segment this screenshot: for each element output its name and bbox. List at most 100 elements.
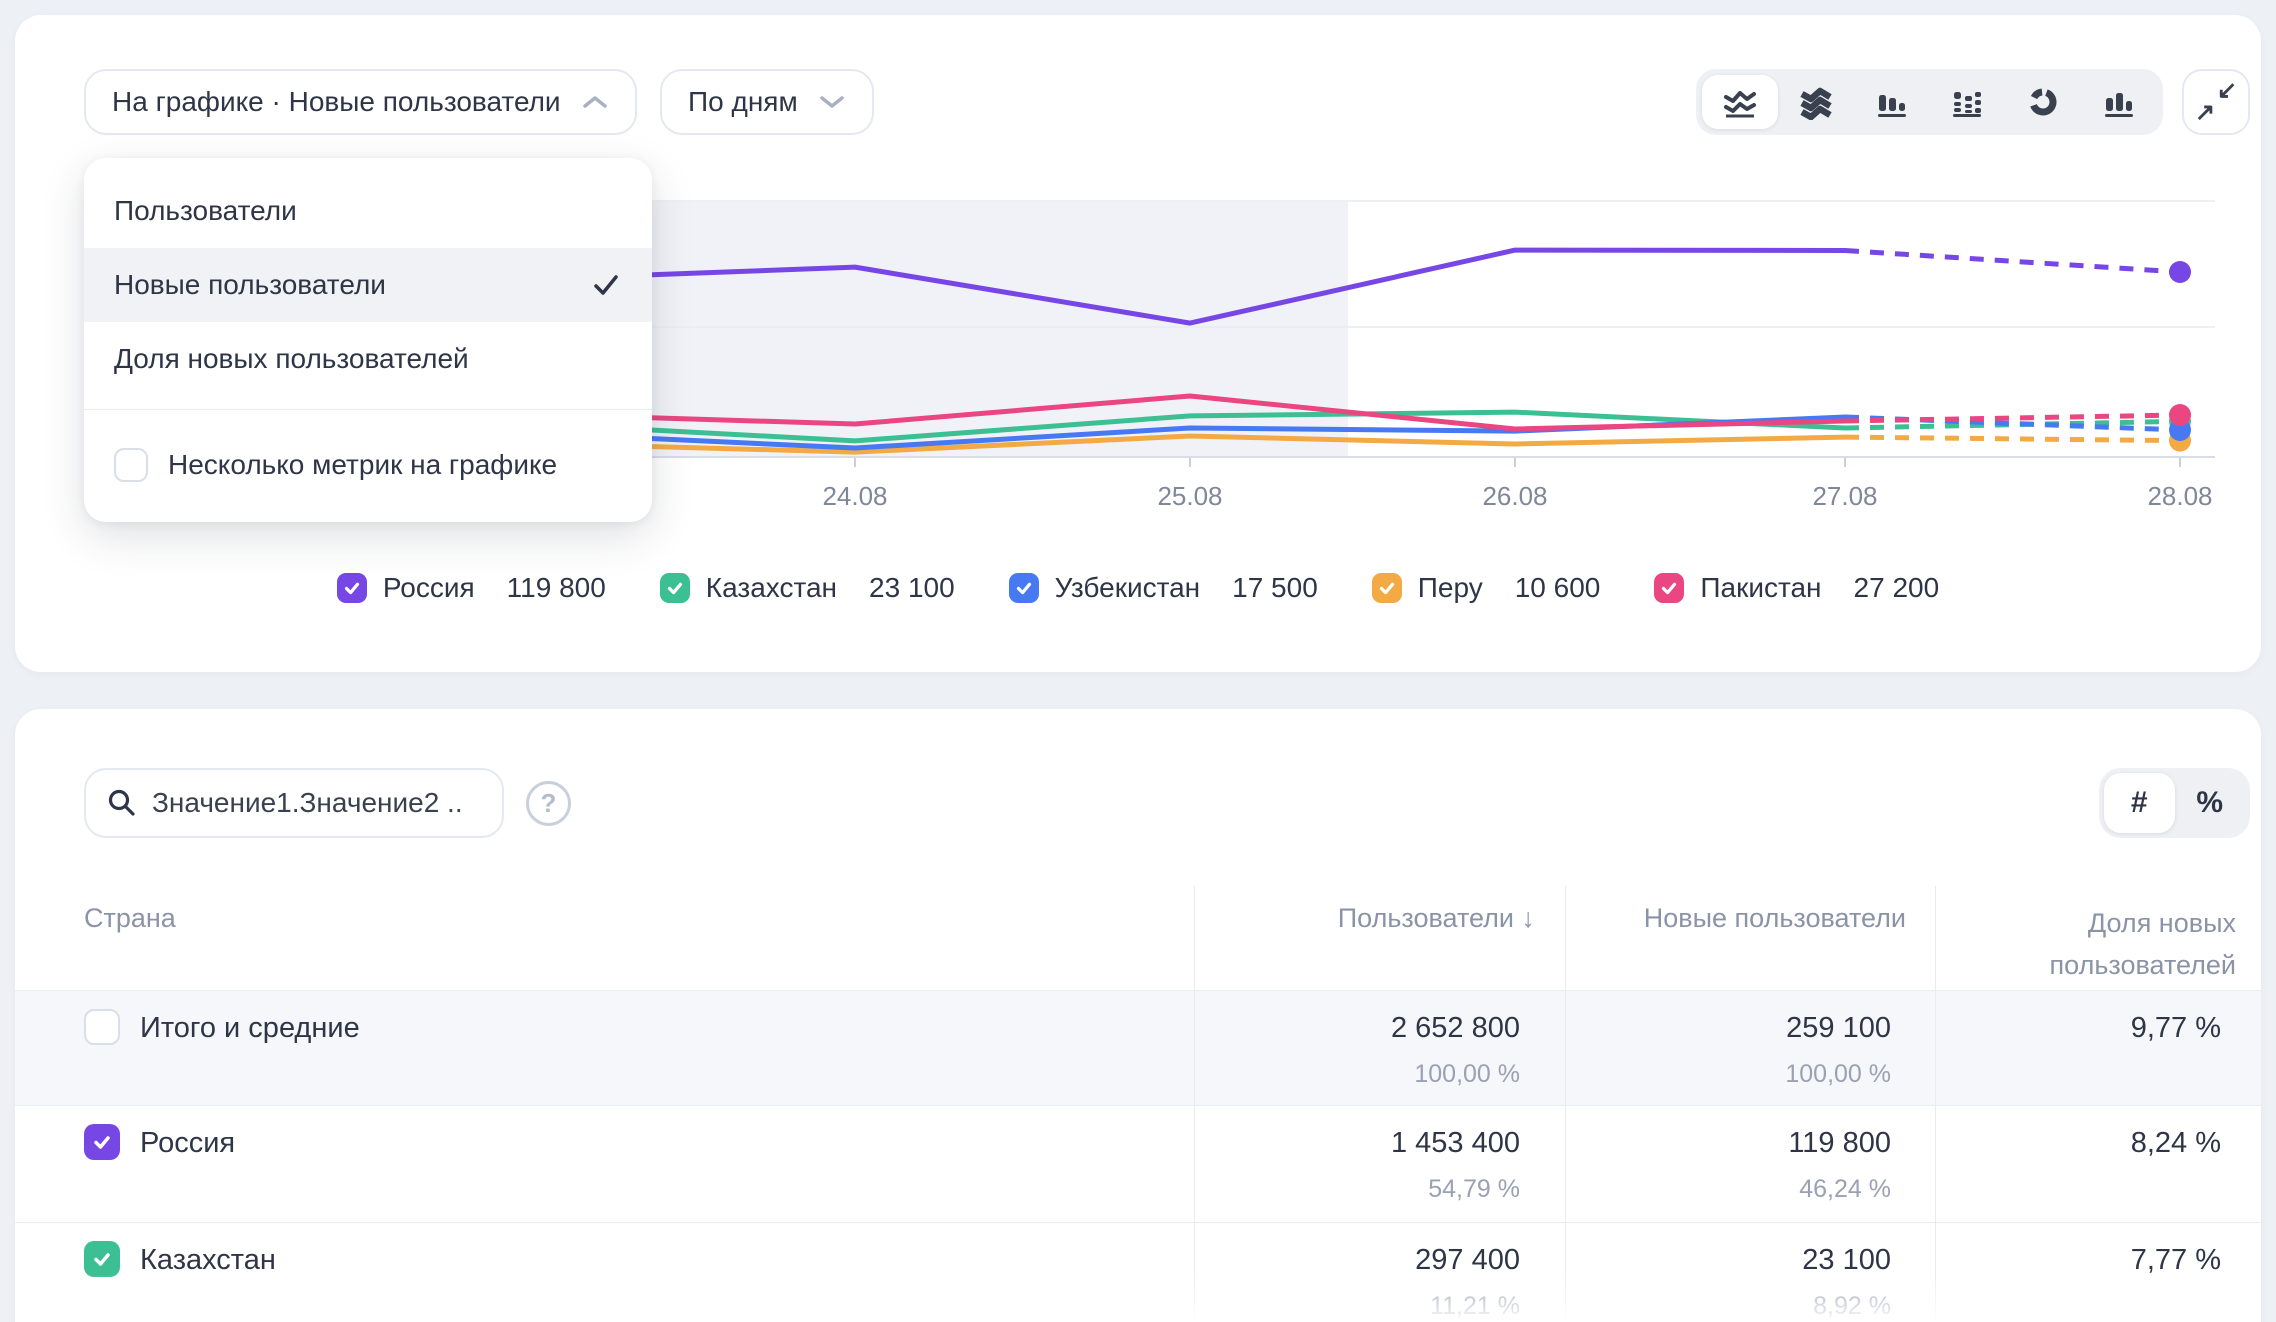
cell-new-users-percent: 46,24 % bbox=[1799, 1175, 1891, 1204]
row-divider bbox=[15, 1222, 2261, 1223]
checkmark-icon bbox=[341, 577, 363, 599]
legend-checkbox[interactable] bbox=[1372, 573, 1402, 603]
dropdown-item-label: Пользователи bbox=[114, 195, 297, 227]
multi-metric-option[interactable]: Несколько метрик на графике bbox=[84, 428, 652, 502]
cell-new-users-percent: 100,00 % bbox=[1785, 1060, 1891, 1089]
percent-icon: % bbox=[2196, 786, 2223, 820]
column-header-label: Пользователи bbox=[1338, 903, 1514, 933]
legend-label: Узбекистан bbox=[1055, 572, 1200, 604]
legend-checkbox[interactable] bbox=[1654, 573, 1684, 603]
legend-label: Россия bbox=[383, 572, 475, 604]
row-checkbox[interactable] bbox=[84, 1241, 120, 1277]
search-box[interactable] bbox=[84, 768, 504, 838]
legend-checkbox[interactable] bbox=[1009, 573, 1039, 603]
chart-type-toolbar bbox=[1696, 69, 2163, 135]
dropdown-item-label: Новые пользователи bbox=[114, 269, 386, 301]
row-country-name: Россия bbox=[140, 1127, 235, 1160]
metric-selector-button[interactable]: На графике · Новые пользователи bbox=[84, 69, 637, 135]
row-country-name: Итого и средние bbox=[140, 1012, 360, 1045]
cell-share: 9,77 % bbox=[2131, 1012, 2221, 1045]
toggle-percent[interactable]: % bbox=[2175, 773, 2246, 833]
metric-dropdown: Пользователи Новые пользователи Доля нов… bbox=[84, 158, 652, 522]
toggle-absolute[interactable]: # bbox=[2104, 773, 2175, 833]
search-icon bbox=[106, 787, 138, 819]
column-divider bbox=[1935, 886, 1936, 1322]
cell-new-users-percent: 8,92 % bbox=[1813, 1292, 1891, 1321]
dropdown-item-label: Доля новых пользователей bbox=[114, 343, 469, 375]
chart-type-columns-icon[interactable] bbox=[1854, 75, 1930, 129]
cell-new-users: 119 800 bbox=[1788, 1127, 1891, 1160]
chevron-up-icon bbox=[581, 94, 609, 110]
legend-label: Перу bbox=[1418, 572, 1483, 604]
sort-descending-icon: ↓ bbox=[1522, 903, 1536, 933]
value-format-toggle: # % bbox=[2099, 768, 2250, 838]
dropdown-item-new-users[interactable]: Новые пользователи bbox=[84, 248, 652, 322]
cell-share: 7,77 % bbox=[2131, 1244, 2221, 1277]
cell-share: 8,24 % bbox=[2131, 1127, 2221, 1160]
legend-item-pakistan[interactable]: Пакистан 27 200 bbox=[1654, 572, 1939, 604]
legend-item-peru[interactable]: Перу 10 600 bbox=[1372, 572, 1601, 604]
help-icon[interactable]: ? bbox=[526, 781, 571, 826]
multi-metric-checkbox[interactable] bbox=[114, 448, 148, 482]
cell-users: 2 652 800 bbox=[1391, 1012, 1520, 1045]
row-checkbox[interactable] bbox=[84, 1009, 120, 1045]
checkmark-icon bbox=[90, 1130, 114, 1154]
table-row-kazakhstan[interactable]: Казахстан 297 400 11,21 % 23 100 8,92 % … bbox=[15, 1222, 2261, 1322]
row-country-name: Казахстан bbox=[140, 1244, 276, 1277]
legend-item-kazakhstan[interactable]: Казахстан 23 100 bbox=[660, 572, 955, 604]
checkmark-icon bbox=[664, 577, 686, 599]
row-divider bbox=[15, 1105, 2261, 1106]
legend-value: 27 200 bbox=[1854, 572, 1940, 604]
column-header-new-users-share[interactable]: Доля новых пользователей bbox=[1936, 903, 2236, 987]
period-selector-label: По дням bbox=[688, 86, 798, 118]
row-checkbox[interactable] bbox=[84, 1124, 120, 1160]
legend-item-uzbekistan[interactable]: Узбекистан 17 500 bbox=[1009, 572, 1318, 604]
column-divider bbox=[1565, 886, 1566, 1322]
cell-users-percent: 11,21 % bbox=[1430, 1292, 1520, 1321]
cell-users: 297 400 bbox=[1415, 1244, 1520, 1277]
collapse-chart-button[interactable]: ↙ ↗ bbox=[2182, 69, 2250, 135]
analytics-screen: 24.08 25.08 26.08 27.08 28.08 На графике… bbox=[0, 0, 2276, 1322]
dropdown-item-new-users-share[interactable]: Доля новых пользователей bbox=[84, 322, 652, 396]
legend-label: Пакистан bbox=[1700, 572, 1821, 604]
help-symbol: ? bbox=[541, 788, 557, 819]
dropdown-item-users[interactable]: Пользователи bbox=[84, 174, 652, 248]
multi-metric-label: Несколько метрик на графике bbox=[168, 449, 557, 481]
legend-checkbox[interactable] bbox=[337, 573, 367, 603]
arrow-up-right-icon: ↗ bbox=[2195, 101, 2215, 125]
search-input[interactable] bbox=[152, 787, 462, 819]
chart-type-pie-icon[interactable] bbox=[2005, 75, 2081, 129]
column-header-new-users[interactable]: Новые пользователи bbox=[1644, 903, 1906, 934]
hash-icon: # bbox=[2131, 786, 2148, 820]
chart-type-stacked-area-icon[interactable] bbox=[1778, 75, 1854, 129]
legend-value: 119 800 bbox=[507, 572, 606, 604]
checkmark-icon bbox=[590, 269, 622, 301]
column-header-country[interactable]: Страна bbox=[84, 903, 176, 934]
chart-type-stacked-columns-icon[interactable] bbox=[1929, 75, 2005, 129]
legend-checkbox[interactable] bbox=[660, 573, 690, 603]
cell-users-percent: 54,79 % bbox=[1428, 1175, 1520, 1204]
cell-new-users: 259 100 bbox=[1786, 1012, 1891, 1045]
chevron-down-icon bbox=[818, 94, 846, 110]
table-row-russia[interactable]: Россия 1 453 400 54,79 % 119 800 46,24 %… bbox=[15, 1105, 2261, 1222]
checkmark-icon bbox=[1658, 577, 1680, 599]
period-selector-button[interactable]: По дням bbox=[660, 69, 874, 135]
legend-value: 10 600 bbox=[1515, 572, 1601, 604]
cell-users-percent: 100,00 % bbox=[1414, 1060, 1520, 1089]
legend-item-russia[interactable]: Россия 119 800 bbox=[337, 572, 606, 604]
column-divider bbox=[1194, 886, 1195, 1322]
legend-value: 17 500 bbox=[1232, 572, 1318, 604]
checkmark-icon bbox=[90, 1247, 114, 1271]
dropdown-divider bbox=[84, 409, 652, 410]
legend-label: Казахстан bbox=[706, 572, 837, 604]
row-divider bbox=[15, 990, 2261, 991]
cell-new-users: 23 100 bbox=[1802, 1244, 1891, 1277]
column-header-users[interactable]: Пользователи ↓ bbox=[1338, 903, 1535, 934]
cell-users: 1 453 400 bbox=[1391, 1127, 1520, 1160]
chart-legend: Россия 119 800 Казахстан 23 100 Узбекист… bbox=[15, 566, 2261, 610]
chart-type-line-icon[interactable] bbox=[1702, 75, 1778, 129]
metric-selector-label: На графике · Новые пользователи bbox=[112, 86, 561, 118]
table-row-totals[interactable]: Итого и средние 2 652 800 100,00 % 259 1… bbox=[15, 990, 2261, 1105]
chart-type-bars-icon[interactable] bbox=[2081, 75, 2157, 129]
checkmark-icon bbox=[1376, 577, 1398, 599]
